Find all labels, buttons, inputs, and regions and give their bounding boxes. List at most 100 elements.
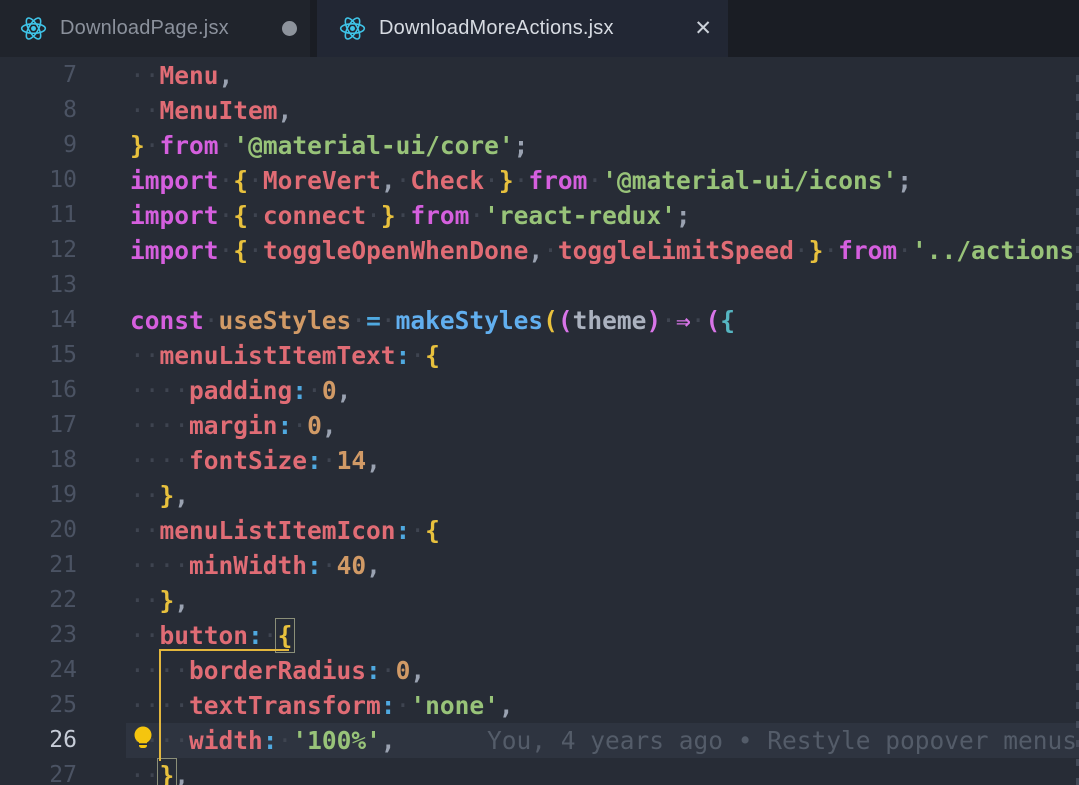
code-line-24[interactable]: 24····borderRadius:·0,	[0, 653, 1079, 688]
whitespace-dots: ·	[381, 306, 396, 335]
code-line-13[interactable]: 13	[0, 268, 1079, 303]
token-str: 'none'	[410, 691, 499, 720]
code-text: ··},	[77, 481, 189, 510]
token-comma: ,	[366, 446, 381, 475]
line-number: 15	[0, 338, 77, 373]
code-editor[interactable]: 7··Menu,8··MenuItem,9}·from·'@material-u…	[0, 57, 1079, 785]
code-line-7[interactable]: 7··Menu,	[0, 58, 1079, 93]
whitespace-dots: ·	[381, 656, 396, 685]
whitespace-dots: ····	[130, 551, 189, 580]
code-text: ··menuListItemText:·{	[77, 341, 440, 370]
token-b1: }	[160, 481, 175, 510]
lightbulb-icon[interactable]	[132, 725, 154, 755]
whitespace-dots: ·	[278, 726, 293, 755]
code-line-20[interactable]: 20··menuListItemIcon:·{	[0, 513, 1079, 548]
line-number: 11	[0, 198, 77, 233]
whitespace-dots: ·	[204, 306, 219, 335]
token-semi: ;	[676, 201, 691, 230]
line-number: 17	[0, 408, 77, 443]
code-text: ··MenuItem,	[77, 96, 292, 125]
code-line-16[interactable]: 16····padding:·0,	[0, 373, 1079, 408]
code-line-19[interactable]: 19··},	[0, 478, 1079, 513]
token-var: theme	[573, 306, 647, 335]
whitespace-dots: ·	[410, 341, 425, 370]
code-text: ····minWidth:·40,	[77, 551, 381, 580]
tab-label: DownloadMoreActions.jsx	[379, 17, 614, 40]
code-text: import·{·connect·}·from·'react-redux';	[77, 201, 691, 230]
code-text: ··},	[77, 586, 189, 615]
token-op: :	[307, 551, 322, 580]
token-num: 40	[337, 551, 367, 580]
token-b2: )	[646, 306, 661, 335]
token-str: '@material-ui/core'	[233, 131, 513, 160]
token-kw: import	[130, 201, 219, 230]
token-id: borderRadius	[189, 656, 366, 685]
token-str: '100%'	[292, 726, 381, 755]
token-id: connect	[263, 201, 366, 230]
line-number: 14	[0, 303, 77, 338]
token-op: :	[278, 411, 293, 440]
whitespace-dots: ·	[248, 166, 263, 195]
token-id: padding	[189, 376, 292, 405]
whitespace-dots: ·	[248, 201, 263, 230]
whitespace-dots: ·	[263, 621, 278, 650]
code-line-17[interactable]: 17····margin:·0,	[0, 408, 1079, 443]
react-file-icon	[339, 15, 366, 42]
code-line-23[interactable]: 23··button:·{	[0, 618, 1079, 653]
code-line-22[interactable]: 22··},	[0, 583, 1079, 618]
whitespace-dots: ··	[130, 621, 160, 650]
token-num: 0	[307, 411, 322, 440]
token-op: :	[263, 726, 278, 755]
token-id: Menu	[160, 61, 219, 90]
whitespace-dots: ·	[823, 236, 838, 265]
code-line-11[interactable]: 11import·{·connect·}·from·'react-redux';	[0, 198, 1079, 233]
token-semi: ;	[897, 166, 912, 195]
code-line-18[interactable]: 18····fontSize:·14,	[0, 443, 1079, 478]
whitespace-dots: ·	[410, 516, 425, 545]
token-comma: ,	[174, 481, 189, 510]
line-number: 19	[0, 478, 77, 513]
whitespace-dots: ·	[292, 411, 307, 440]
tab-downloadmoreactions[interactable]: DownloadMoreActions.jsx ✕	[317, 0, 728, 57]
code-line-14[interactable]: 14const·useStyles·=·makeStyles((theme)·⇒…	[0, 303, 1079, 338]
token-b1: {	[233, 236, 248, 265]
token-kw: const	[130, 306, 204, 335]
token-b2: (	[558, 306, 573, 335]
token-comma: ,	[381, 726, 396, 755]
code-line-10[interactable]: 10import·{·MoreVert,·Check·}·from·'@mate…	[0, 163, 1079, 198]
whitespace-dots: ····	[130, 446, 189, 475]
code-text: ····padding:·0,	[77, 376, 351, 405]
token-id: menuListItemText	[160, 341, 396, 370]
code-text: ··},	[77, 761, 189, 785]
whitespace-dots: ·	[897, 236, 912, 265]
code-line-8[interactable]: 8··MenuItem,	[0, 93, 1079, 128]
modified-indicator-dot[interactable]	[282, 21, 297, 36]
code-text: }·from·'@material-ui/core';	[77, 131, 528, 160]
token-op: :	[292, 376, 307, 405]
token-b2: ⇒	[676, 306, 691, 335]
token-op: =	[366, 306, 381, 335]
token-kw: from	[838, 236, 897, 265]
code-line-26[interactable]: 26····width:·'100%',You, 4 years ago • R…	[0, 723, 1079, 758]
code-text: ····width:·'100%',	[77, 726, 396, 755]
whitespace-dots: ·	[322, 446, 337, 475]
whitespace-dots: ·	[543, 236, 558, 265]
token-comma: ,	[381, 166, 396, 195]
code-line-21[interactable]: 21····minWidth:·40,	[0, 548, 1079, 583]
token-comma: ,	[219, 61, 234, 90]
code-line-12[interactable]: 12import·{·toggleOpenWhenDone,·toggleLim…	[0, 233, 1079, 268]
code-line-27[interactable]: 27··},	[0, 758, 1079, 785]
code-line-25[interactable]: 25····textTransform:·'none',	[0, 688, 1079, 723]
code-text: ····margin:·0,	[77, 411, 337, 440]
whitespace-dots: ·	[219, 131, 234, 160]
line-number: 24	[0, 653, 77, 688]
token-comma: ,	[174, 586, 189, 615]
code-line-9[interactable]: 9}·from·'@material-ui/core';	[0, 128, 1079, 163]
token-num: useStyles	[219, 306, 352, 335]
tab-downloadpage[interactable]: DownloadPage.jsx	[0, 0, 310, 57]
code-line-15[interactable]: 15··menuListItemText:·{	[0, 338, 1079, 373]
token-id: width	[189, 726, 263, 755]
close-icon[interactable]: ✕	[694, 18, 712, 39]
editor-tab-bar: DownloadPage.jsx DownloadMoreActions.jsx…	[0, 0, 1079, 57]
token-b1: {	[233, 201, 248, 230]
